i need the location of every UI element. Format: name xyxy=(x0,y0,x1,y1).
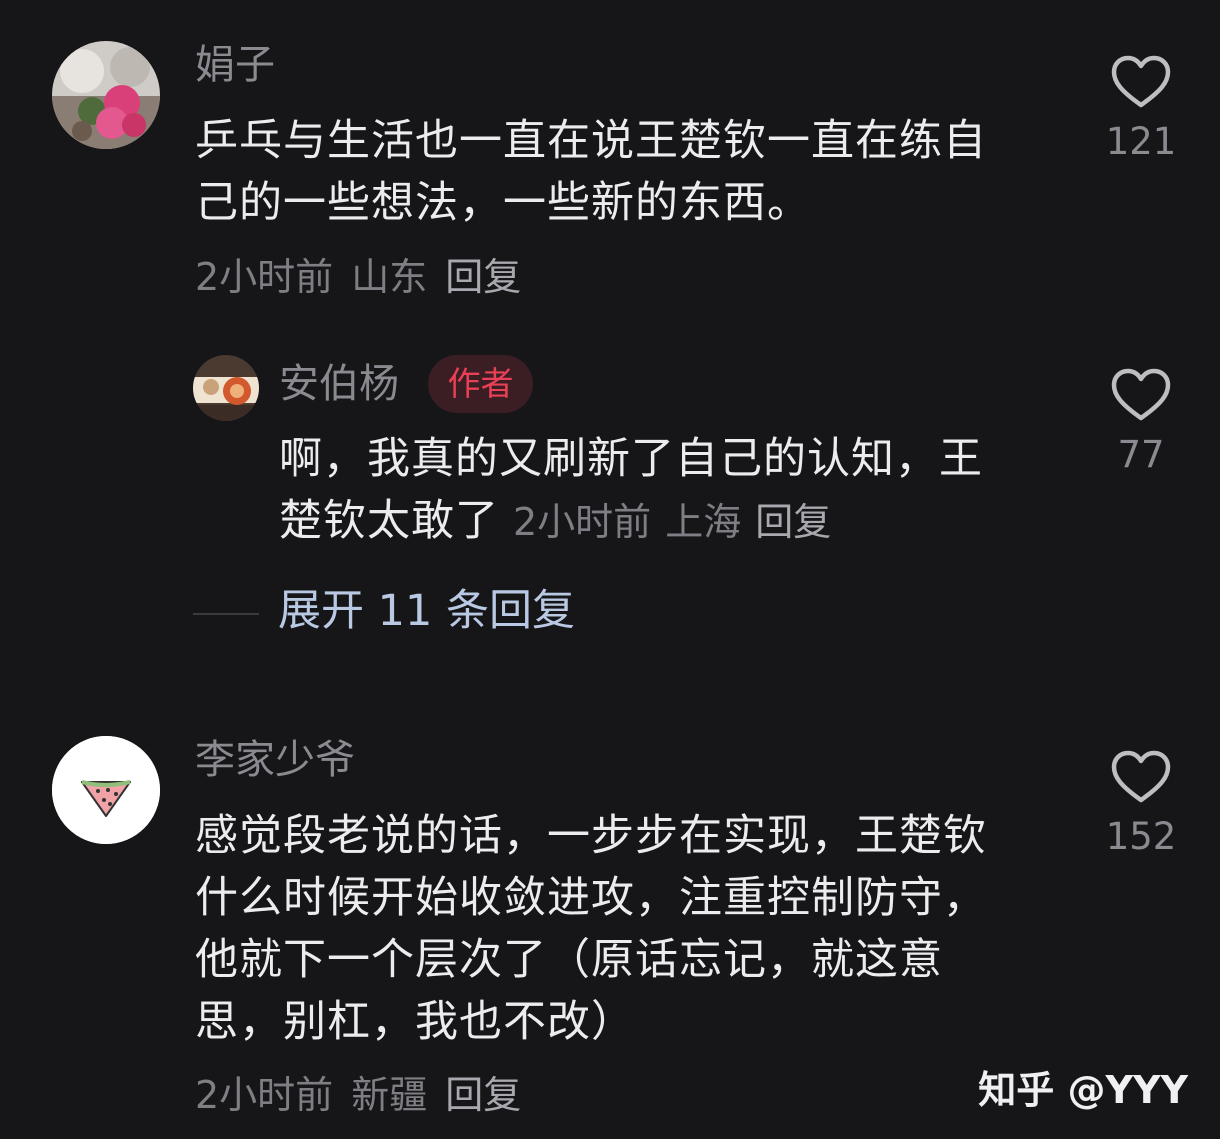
comment-time: 2小时前 xyxy=(195,255,334,299)
comment-text-line: 思，别杠，我也不改） xyxy=(195,997,635,1047)
reply-button[interactable]: 回复 xyxy=(755,500,831,544)
avatar[interactable] xyxy=(52,41,160,149)
reply-button[interactable]: 回复 xyxy=(445,255,521,299)
comment-username[interactable]: 娟子 xyxy=(195,45,275,85)
reply-text-line: 啊，我真的又刷新了自己的认知，王 xyxy=(279,434,983,484)
comment-text: 感觉段老说的话，一步步在实现，王楚钦 什么时候开始收敛进攻，注重控制防守， 他就… xyxy=(195,805,1075,1053)
comment-meta: 2小时前 新疆 回复 xyxy=(195,1076,539,1114)
like-button[interactable]: 121 xyxy=(1086,55,1196,160)
avatar[interactable] xyxy=(52,736,160,844)
watermark: 知乎 @YYY xyxy=(978,1068,1188,1112)
flower-bouquet-avatar-icon xyxy=(52,41,160,149)
like-count: 77 xyxy=(1117,433,1165,476)
reply-text-line: 楚钦太敢了 xyxy=(279,496,499,546)
reply-username[interactable]: 安伯杨 xyxy=(279,364,399,404)
author-badge: 作者 xyxy=(428,355,533,413)
like-button[interactable]: 77 xyxy=(1086,368,1196,473)
reply-button[interactable]: 回复 xyxy=(445,1073,521,1117)
comment-text-line: 乒乓与生活也一直在说王楚钦一直在练自 xyxy=(195,116,987,166)
decorative-avatar-icon xyxy=(193,355,259,421)
watermelon-avatar-icon xyxy=(52,736,160,844)
comment-time: 2小时前 xyxy=(195,1073,334,1117)
heart-icon xyxy=(1111,368,1171,421)
comment-text: 乒乓与生活也一直在说王楚钦一直在练自 己的一些想法，一些新的东西。 xyxy=(195,110,1075,234)
comment-text-line: 他就下一个层次了（原话忘记，就这意 xyxy=(195,935,943,985)
reply-time: 2小时前 xyxy=(513,500,652,544)
reply-text: 啊，我真的又刷新了自己的认知，王 楚钦太敢了 2小时前 上海 回复 xyxy=(279,428,1079,553)
reply-location: 上海 xyxy=(665,500,742,544)
reply-avatar[interactable] xyxy=(193,355,259,421)
comment-location: 新疆 xyxy=(351,1073,428,1117)
comment-text-line: 什么时候开始收敛进攻，注重控制防守， xyxy=(195,873,987,923)
like-button[interactable]: 152 xyxy=(1086,750,1196,855)
like-count: 152 xyxy=(1105,815,1177,858)
heart-icon xyxy=(1111,750,1171,803)
comment-location: 山东 xyxy=(351,255,428,299)
like-count: 121 xyxy=(1105,120,1177,163)
comment-text-line: 感觉段老说的话，一步步在实现，王楚钦 xyxy=(195,811,987,861)
divider xyxy=(193,613,259,615)
comment-username[interactable]: 李家少爷 xyxy=(195,740,355,780)
expand-replies-button[interactable]: 展开 11 条回复 xyxy=(278,590,575,633)
comment-meta: 2小时前 山东 回复 xyxy=(195,258,539,296)
heart-icon xyxy=(1111,55,1171,108)
comment-text-line: 己的一些想法，一些新的东西。 xyxy=(195,178,811,228)
